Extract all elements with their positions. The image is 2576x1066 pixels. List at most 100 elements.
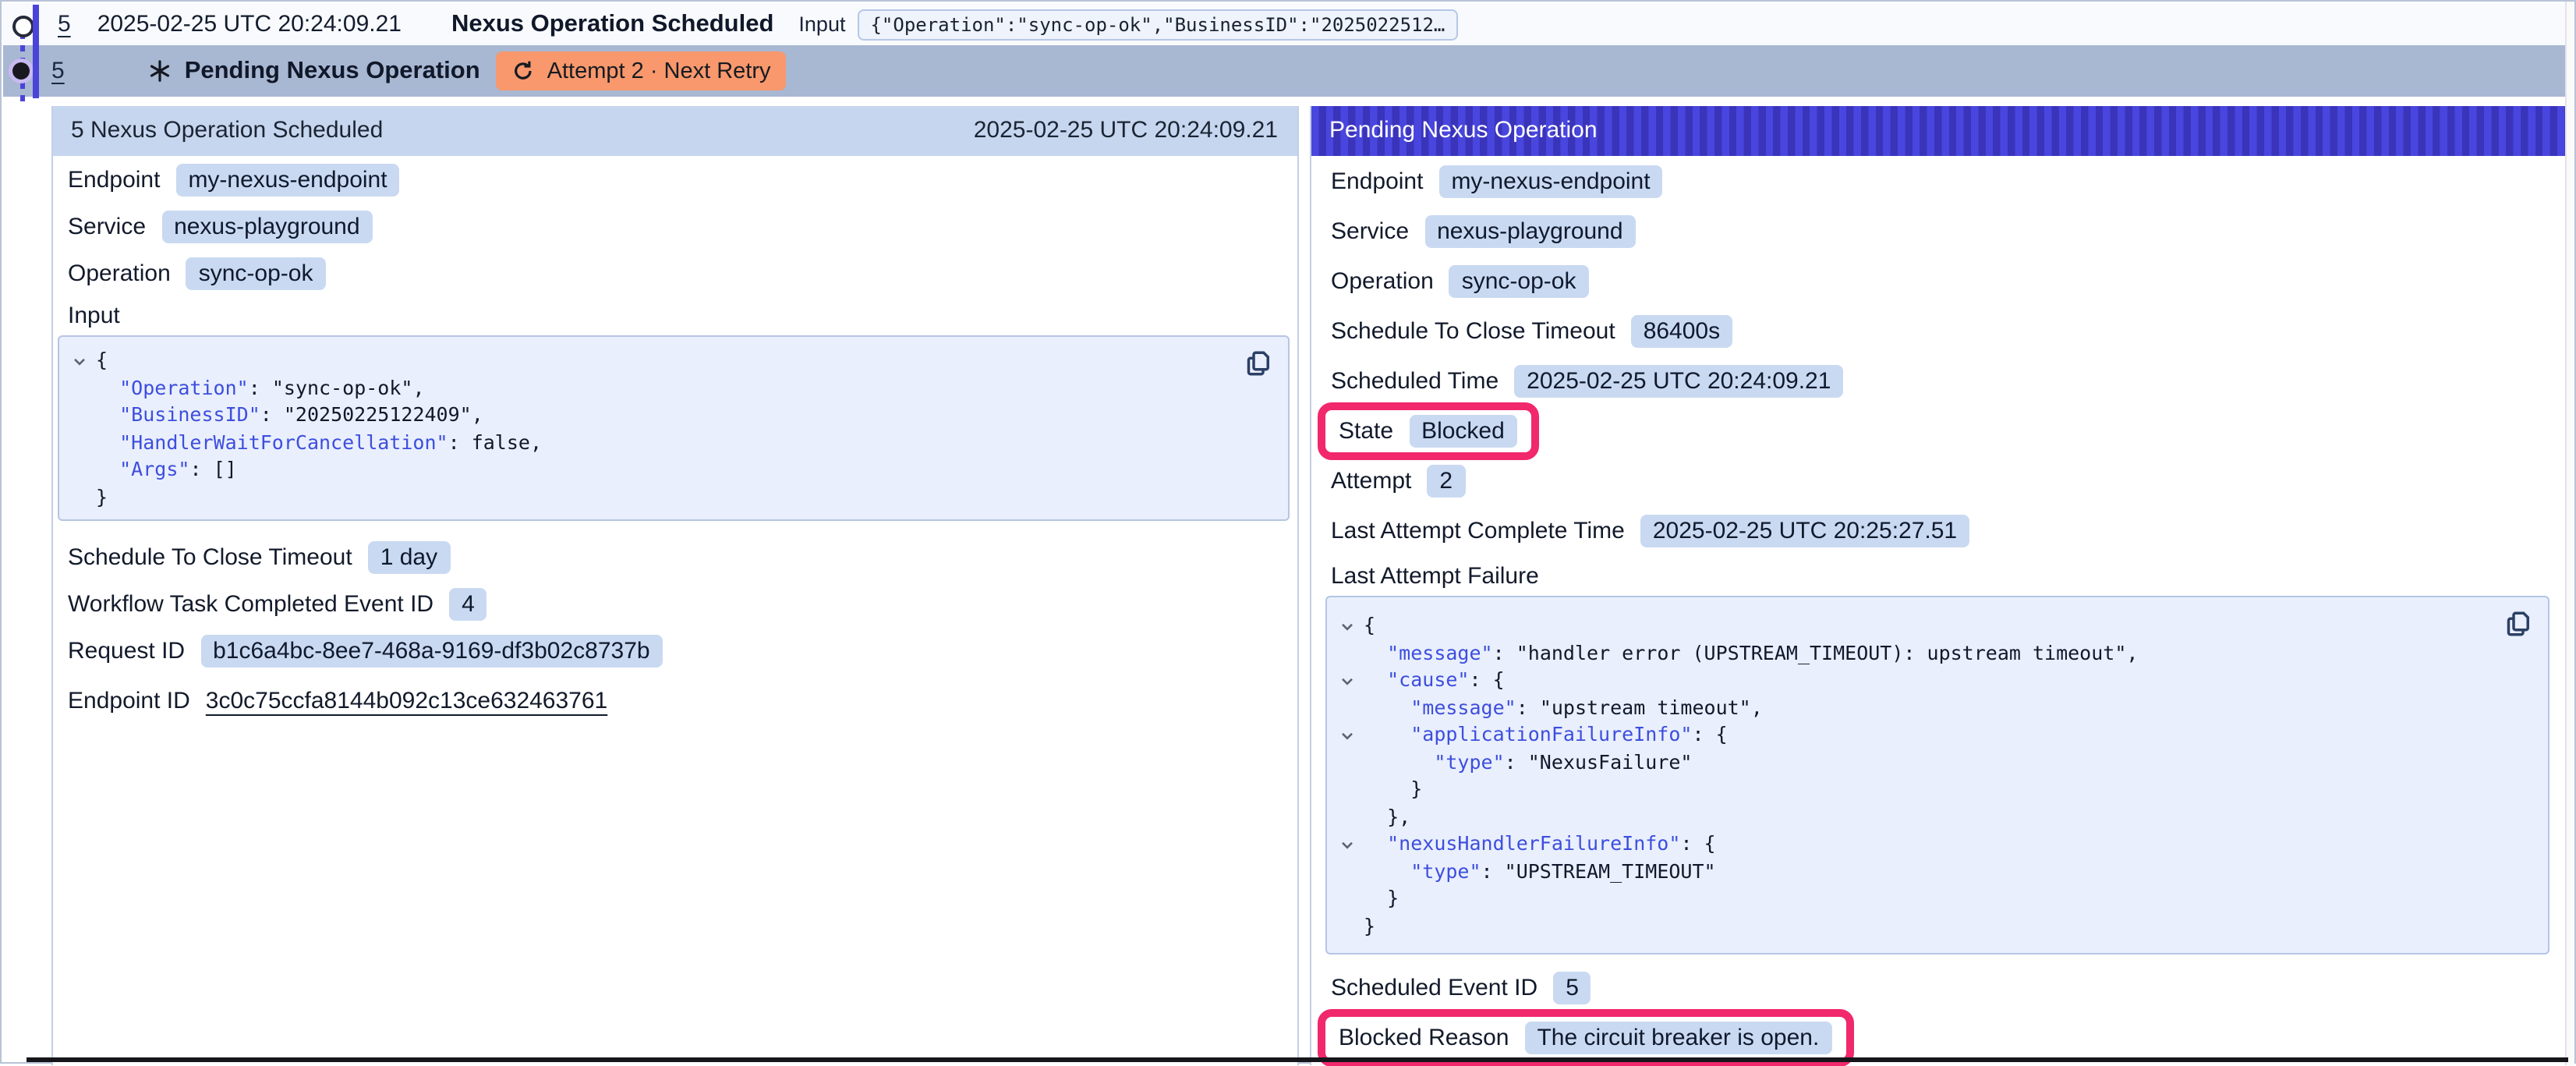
field-label: Scheduled Event ID (1331, 974, 1537, 1000)
attempt-retry-badge[interactable]: Attempt 2 · Next Retry (496, 51, 787, 90)
copy-icon[interactable] (1242, 348, 1273, 379)
blocked-reason-badge: The circuit breaker is open. (1524, 1021, 1831, 1054)
panel-title: 5 Nexus Operation Scheduled (71, 118, 383, 144)
field-row: Service nexus-playground (68, 209, 1278, 243)
json-line: } (71, 483, 1269, 510)
field-value-badge: 2025-02-25 UTC 20:24:09.21 (1514, 364, 1843, 397)
field-label: Blocked Reason (1339, 1024, 1509, 1050)
event-rows: 5 2025-02-25 UTC 20:24:09.21 Nexus Opera… (3, 3, 2568, 97)
json-line-gutter (1339, 639, 1364, 666)
field-row: Endpoint my-nexus-endpoint (1331, 164, 2546, 198)
chevron-down-icon[interactable] (71, 346, 96, 374)
scheduled-event-panel: 5 Nexus Operation Scheduled 2025-02-25 U… (51, 105, 1298, 1065)
event-row-pending[interactable]: 5 Pending Nexus Operation Attempt 2 · Ne… (3, 45, 2568, 97)
json-line: "BusinessID": "20250225122409", (71, 401, 1269, 428)
json-line-gutter (1339, 775, 1364, 802)
event-type-label: Nexus Operation Scheduled (451, 10, 773, 38)
field-row: Scheduled Time 2025-02-25 UTC 20:24:09.2… (1331, 363, 2546, 398)
blocked-reason-row: Blocked Reason The circuit breaker is op… (1331, 1020, 2546, 1054)
field-value-badge: nexus-playground (161, 210, 373, 243)
json-line-gutter (71, 374, 96, 401)
event-timestamp: 2025-02-25 UTC 20:24:09.21 (97, 11, 402, 37)
chevron-down-icon[interactable] (1339, 830, 1364, 857)
event-history-detail-view: 5 2025-02-25 UTC 20:24:09.21 Nexus Opera… (0, 0, 2576, 1064)
scheduled-panel-header: 5 Nexus Operation Scheduled 2025-02-25 U… (52, 105, 1297, 156)
json-line-gutter (71, 483, 96, 510)
field-label: State (1339, 417, 1393, 444)
copy-icon[interactable] (2503, 608, 2534, 639)
json-line-gutter (1339, 748, 1364, 775)
pending-operation-panel: Pending Nexus Operation Endpoint my-nexu… (1309, 105, 2567, 1065)
field-value-badge: my-nexus-endpoint (175, 163, 399, 196)
json-line-gutter (1339, 912, 1364, 939)
field-value-badge: nexus-playground (1424, 214, 1636, 247)
field-label: Request ID (68, 637, 185, 664)
vertical-scrollbar[interactable] (2565, 2, 2574, 1065)
event-id-link[interactable]: 5 (51, 58, 65, 84)
json-line: "message": "handler error (UPSTREAM_TIME… (1339, 639, 2529, 666)
json-line-gutter (71, 455, 96, 483)
state-row: State Blocked (1331, 413, 2546, 448)
json-line: "type": "NexusFailure" (1339, 748, 2529, 775)
field-label: Schedule To Close Timeout (1331, 317, 1615, 344)
field-label: Scheduled Time (1331, 367, 1499, 394)
pending-asterisk-icon (149, 59, 172, 83)
pending-panel-header: Pending Nexus Operation (1311, 105, 2565, 156)
json-line: "applicationFailureInfo": { (1339, 721, 2529, 748)
event-row-scheduled[interactable]: 5 2025-02-25 UTC 20:24:09.21 Nexus Opera… (3, 3, 2568, 45)
field-label: Endpoint (1331, 168, 1423, 194)
field-row: Workflow Task Completed Event ID 4 (68, 586, 1278, 621)
field-label: Service (1331, 218, 1409, 244)
field-label: Attempt (1331, 467, 1411, 494)
json-line-gutter (1339, 693, 1364, 721)
field-row: Request ID b1c6a4bc-8ee7-468a-9169-df3b0… (68, 633, 1278, 668)
field-label: Service (68, 213, 146, 239)
panel-title: Pending Nexus Operation (1329, 118, 1598, 144)
pending-panel-body: Endpoint my-nexus-endpoint Service nexus… (1311, 156, 2565, 1054)
failure-json-viewer: { "message": "handler error (UPSTREAM_TI… (1325, 596, 2549, 954)
chevron-down-icon[interactable] (1339, 611, 1364, 639)
retry-icon (511, 59, 535, 83)
state-annotation-box: State Blocked (1317, 402, 1539, 459)
field-row: Endpoint my-nexus-endpoint (68, 162, 1278, 197)
field-value-badge: b1c6a4bc-8ee7-468a-9169-df3b02c8737b (200, 634, 662, 667)
chevron-down-icon[interactable] (1339, 666, 1364, 693)
attempt-badge-label: Attempt 2 · Next Retry (547, 58, 771, 83)
json-line: } (1339, 775, 2529, 802)
json-line-gutter (1339, 884, 1364, 912)
json-line: } (1339, 912, 2529, 939)
endpoint-id-link[interactable]: 3c0c75ccfa8144b092c13ce632463761 (206, 687, 607, 714)
field-row: Last Attempt Complete Time 2025-02-25 UT… (1331, 513, 2546, 547)
pending-operation-title: Pending Nexus Operation (185, 57, 480, 85)
field-value-badge: 86400s (1631, 314, 1732, 347)
json-line: "Args": [] (71, 455, 1269, 483)
json-line-gutter (1339, 802, 1364, 830)
json-line-gutter (71, 401, 96, 428)
field-label: Operation (68, 260, 171, 286)
field-label: Schedule To Close Timeout (68, 544, 352, 570)
state-value-badge: Blocked (1409, 414, 1517, 447)
field-row: Schedule To Close Timeout 86400s (1331, 313, 2546, 348)
field-row: Operation sync-op-ok (1331, 264, 2546, 298)
json-line: "type": "UPSTREAM_TIMEOUT" (1339, 857, 2529, 884)
input-preview-badge[interactable]: {"Operation":"sync-op-ok","BusinessID":"… (858, 9, 1457, 40)
field-row: Operation sync-op-ok (68, 256, 1278, 290)
event-id-link[interactable]: 5 (58, 11, 71, 37)
json-line: "cause": { (1339, 666, 2529, 693)
field-value-badge: 2025-02-25 UTC 20:25:27.51 (1640, 514, 1969, 547)
scheduled-panel-body: Endpoint my-nexus-endpoint Service nexus… (52, 156, 1297, 717)
endpoint-id-row: Endpoint ID 3c0c75ccfa8144b092c13ce63246… (68, 683, 1278, 717)
json-line: "nexusHandlerFailureInfo": { (1339, 830, 2529, 857)
field-label: Endpoint ID (68, 687, 190, 714)
json-line: "Operation": "sync-op-ok", (71, 374, 1269, 401)
timeline-filled-dot-icon (12, 62, 30, 80)
input-section-label: Input (68, 303, 1278, 329)
json-line-gutter (71, 428, 96, 455)
field-label: Workflow Task Completed Event ID (68, 590, 433, 617)
chevron-down-icon[interactable] (1339, 721, 1364, 748)
input-label: Input (798, 12, 845, 36)
field-label: Operation (1331, 267, 1434, 294)
input-json-viewer: { "Operation": "sync-op-ok", "BusinessID… (57, 335, 1289, 521)
field-value-badge: 5 (1553, 971, 1591, 1004)
json-line: "message": "upstream timeout", (1339, 693, 2529, 721)
